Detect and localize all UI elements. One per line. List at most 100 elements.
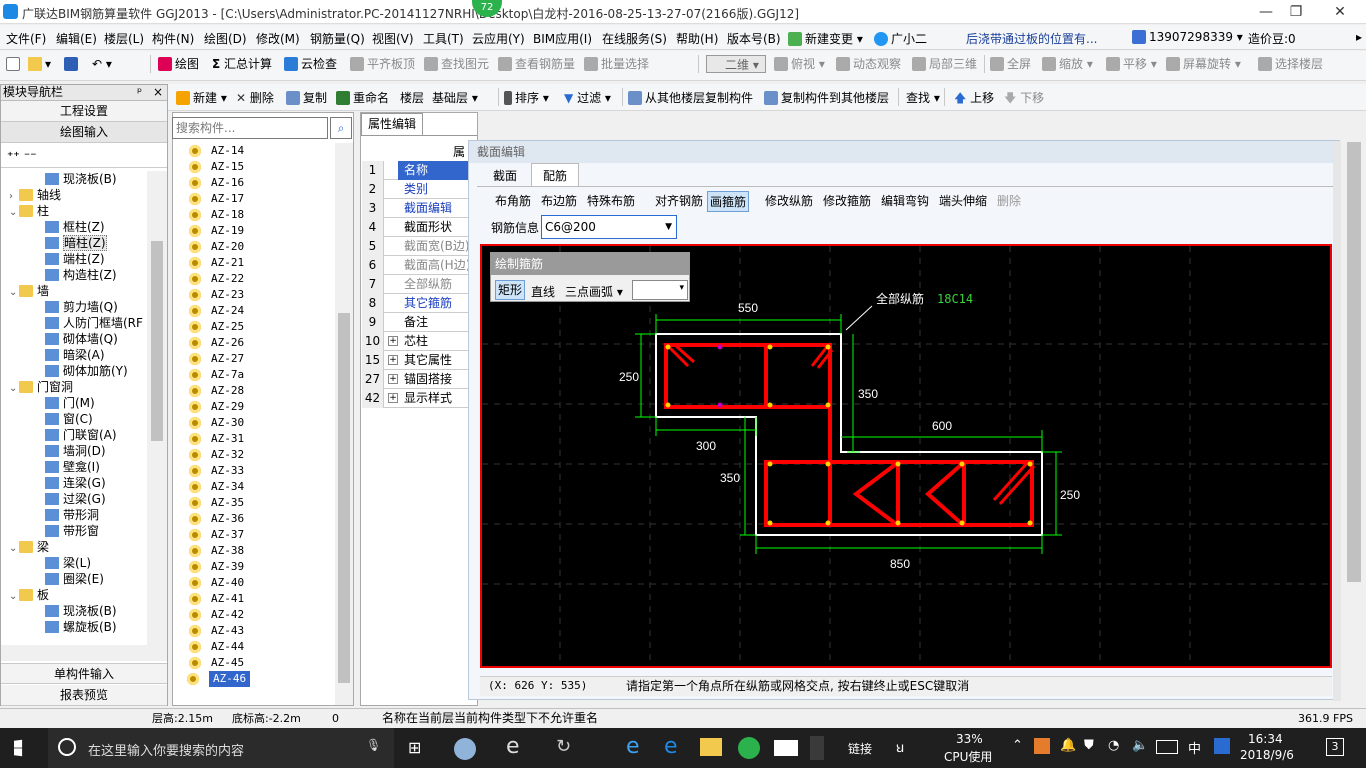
main-scrollbar[interactable] bbox=[1344, 112, 1364, 706]
wifi-icon[interactable]: ◔ bbox=[1108, 738, 1119, 753]
view-rebar-button[interactable]: 查看钢筋量 bbox=[498, 55, 575, 73]
tree-item[interactable]: 壁龛(I) bbox=[45, 459, 100, 475]
property-row[interactable]: 4 截面形状 bbox=[362, 218, 468, 237]
tree-item[interactable]: 暗梁(A) bbox=[45, 347, 105, 363]
property-row[interactable]: 10 + 芯柱 bbox=[362, 332, 468, 351]
tab-rebar[interactable]: 配筋 bbox=[531, 163, 579, 187]
list-item[interactable]: AZ-29 bbox=[189, 399, 244, 415]
tree-folder[interactable]: ⌄ 柱 bbox=[9, 203, 49, 219]
mail-icon[interactable] bbox=[774, 740, 798, 756]
list-item[interactable]: AZ-19 bbox=[189, 223, 244, 239]
news-marquee[interactable]: 后浇带通过板的位置有... bbox=[966, 30, 1097, 47]
edge-icon[interactable]: e bbox=[626, 734, 640, 759]
flat-top-button[interactable]: 平齐板顶 bbox=[350, 55, 415, 73]
tree-folder[interactable]: ⌄ 门窗洞 bbox=[9, 379, 73, 395]
list-item[interactable]: AZ-32 bbox=[189, 447, 244, 463]
list-item[interactable]: AZ-15 bbox=[189, 159, 244, 175]
cloud-check-button[interactable]: 云检查 bbox=[284, 55, 337, 73]
move-down-button[interactable]: 🡇 下移 bbox=[1004, 89, 1044, 107]
new-change-menu[interactable]: 新建变更 ▾ bbox=[788, 30, 863, 47]
sort-button[interactable]: 排序 ▾ bbox=[504, 89, 549, 107]
expand-plus-icon[interactable]: + bbox=[388, 336, 398, 346]
pin-icon[interactable]: ᵖ bbox=[137, 85, 142, 100]
collapse-arrow-icon[interactable]: ⌄ bbox=[9, 541, 19, 557]
rebar-tool-button[interactable]: 端头伸缩 bbox=[937, 191, 989, 210]
search-input[interactable]: 搜索构件... bbox=[172, 117, 328, 139]
list-item[interactable]: AZ-17 bbox=[189, 191, 244, 207]
menu-more-arrow[interactable]: ▸ bbox=[1356, 30, 1362, 44]
menu-view[interactable]: 视图(V) bbox=[372, 30, 414, 47]
delete-button[interactable]: ✕ 删除 bbox=[236, 89, 274, 107]
cost-beans[interactable]: 造价豆:0 bbox=[1248, 30, 1296, 47]
list-item[interactable]: AZ-34 bbox=[189, 479, 244, 495]
copy-to-floor-button[interactable]: 复制构件到其他楼层 bbox=[764, 89, 889, 107]
clock-date[interactable]: 2018/9/6 bbox=[1240, 748, 1294, 762]
dialog-scrollbar[interactable] bbox=[1333, 141, 1341, 701]
tree-item[interactable]: 构造柱(Z) bbox=[45, 267, 117, 283]
drawing-input-button[interactable]: 绘图输入 bbox=[1, 122, 167, 143]
rebar-tool-button[interactable]: 特殊布筋 bbox=[585, 191, 637, 210]
tree-scrollbar[interactable] bbox=[147, 171, 167, 645]
menu-version[interactable]: 版本号(B) bbox=[727, 30, 781, 47]
tree-item[interactable]: 端柱(Z) bbox=[45, 251, 105, 267]
menu-cloud[interactable]: 云应用(Y) bbox=[472, 30, 525, 47]
tree-item[interactable]: 带形洞 bbox=[45, 507, 99, 523]
filter-button[interactable]: ▼ 过滤 ▾ bbox=[564, 89, 611, 107]
rect-button[interactable]: 矩形 bbox=[495, 280, 525, 300]
list-item[interactable]: AZ-31 bbox=[189, 431, 244, 447]
menu-help[interactable]: 帮助(H) bbox=[676, 30, 718, 47]
expand-plus-icon[interactable]: + bbox=[388, 393, 398, 403]
tray-bell-icon[interactable]: 🔔 bbox=[1060, 738, 1076, 753]
property-row[interactable]: 7 全部纵筋 bbox=[362, 275, 468, 294]
search-icon[interactable]: ⌕ bbox=[330, 117, 352, 139]
copy-button[interactable]: 复制 bbox=[286, 89, 327, 107]
list-item[interactable]: AZ-18 bbox=[189, 207, 244, 223]
ime-indicator[interactable]: 中 bbox=[1188, 738, 1201, 757]
rebar-tool-button[interactable]: 编辑弯钩 bbox=[879, 191, 931, 210]
user-phone[interactable]: 13907298339 ▾ bbox=[1132, 30, 1243, 44]
menu-edit[interactable]: 编辑(E) bbox=[56, 30, 97, 47]
tree-item[interactable]: 带形窗 bbox=[45, 523, 99, 539]
single-component-input-button[interactable]: 单构件输入 bbox=[1, 663, 167, 684]
draw-button[interactable]: 绘图 bbox=[158, 55, 199, 73]
find-element-button[interactable]: 查找图元 bbox=[424, 55, 489, 73]
tree-item[interactable]: 窗(C) bbox=[45, 411, 93, 427]
line-button[interactable]: 直线 bbox=[531, 283, 555, 300]
list-item[interactable]: AZ-39 bbox=[189, 559, 244, 575]
rotate-button[interactable]: 屏幕旋转 ▾ bbox=[1166, 55, 1241, 73]
move-up-button[interactable]: 🡅 上移 bbox=[954, 89, 994, 107]
tree-item[interactable]: 过梁(G) bbox=[45, 491, 106, 507]
collapse-arrow-icon[interactable]: ⌄ bbox=[9, 285, 19, 301]
expand-plus-icon[interactable]: + bbox=[388, 374, 398, 384]
report-preview-button[interactable]: 报表预览 bbox=[1, 685, 167, 706]
tree-folder[interactable]: ⌄ 墙 bbox=[9, 283, 49, 299]
restore-button[interactable]: ❐ bbox=[1276, 2, 1316, 22]
tree-item[interactable]: 门(M) bbox=[45, 395, 95, 411]
menu-draw[interactable]: 绘图(D) bbox=[204, 30, 247, 47]
windows-start-icon[interactable] bbox=[14, 739, 23, 757]
fullscreen-button[interactable]: 全屏 bbox=[990, 55, 1031, 73]
list-item[interactable]: AZ-35 bbox=[189, 495, 244, 511]
task-view-icon[interactable]: ⊞ bbox=[408, 738, 421, 757]
nav-close-icon[interactable]: × bbox=[153, 85, 163, 100]
property-row[interactable]: 3 截面编辑 bbox=[362, 199, 468, 218]
tree-item[interactable]: 砌体墙(Q) bbox=[45, 331, 118, 347]
tree-folder[interactable]: ⌄ 板 bbox=[9, 587, 49, 603]
rebar-tool-button[interactable]: 对齐钢筋 bbox=[653, 191, 705, 210]
edge-legacy-icon[interactable]: e bbox=[506, 734, 520, 759]
collapse-arrow-icon[interactable]: ⌄ bbox=[9, 205, 19, 221]
tree-item[interactable]: 连梁(G) bbox=[45, 475, 106, 491]
property-row[interactable]: 27 + 锚固搭接 bbox=[362, 370, 468, 389]
app-pinwheel-icon[interactable] bbox=[454, 738, 476, 760]
find-button[interactable]: 查找 ▾ bbox=[906, 89, 940, 107]
tree-item[interactable]: 剪力墙(Q) bbox=[45, 299, 118, 315]
tree-item[interactable]: 暗柱(Z) bbox=[45, 235, 107, 251]
list-item[interactable]: AZ-42 bbox=[189, 607, 244, 623]
clock-time[interactable]: 16:34 bbox=[1248, 732, 1283, 746]
expand-all-icon[interactable]: ⁺⁺ bbox=[7, 149, 20, 163]
sum-calc-button[interactable]: Σ 汇总计算 bbox=[212, 55, 272, 73]
list-item[interactable]: AZ-37 bbox=[189, 527, 244, 543]
project-settings-button[interactable]: 工程设置 bbox=[1, 101, 167, 122]
property-row[interactable]: 15 + 其它属性 bbox=[362, 351, 468, 370]
list-item[interactable]: AZ-36 bbox=[189, 511, 244, 527]
